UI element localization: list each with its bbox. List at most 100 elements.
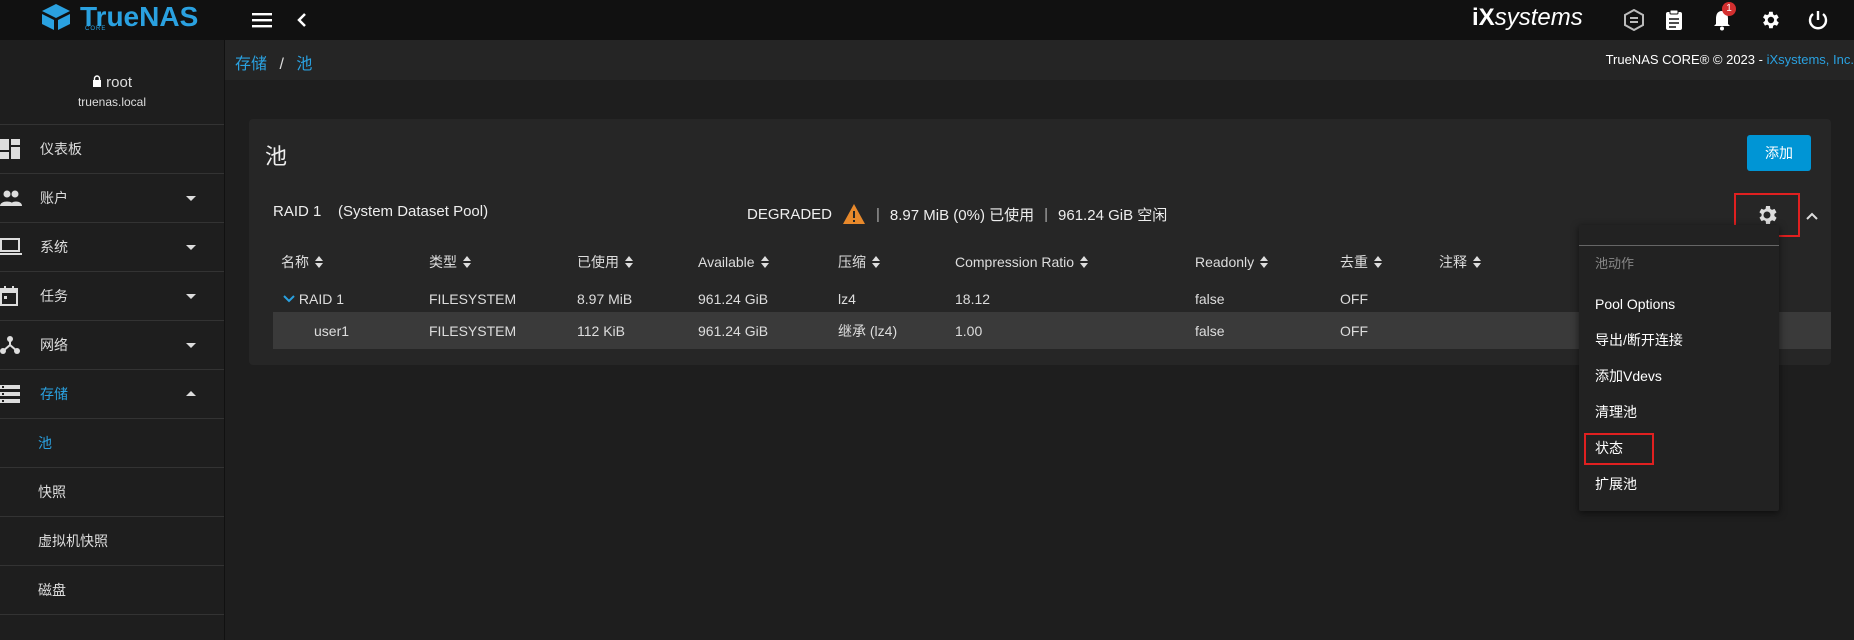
collapse-pool-icon[interactable] — [1805, 211, 1819, 221]
dataset-compression-ratio: 1.00 — [955, 322, 983, 339]
dataset-used: 112 KiB — [577, 322, 625, 339]
chevron-down-icon — [186, 245, 196, 250]
sort-icon — [872, 255, 880, 268]
host-name: truenas.local — [77, 95, 147, 109]
truenas-logo-icon — [42, 4, 70, 30]
sidebar-item-label: 账户 — [40, 190, 68, 206]
gear-icon — [1759, 206, 1777, 224]
sidebar-subitem-vm-snapshots[interactable]: 虚拟机快照 — [0, 517, 224, 566]
dashboard-icon — [0, 139, 24, 159]
highlight-box — [1584, 433, 1654, 465]
chevron-up-icon — [186, 391, 196, 396]
collapse-sidebar-button[interactable] — [288, 6, 316, 34]
sidebar-item-dashboard[interactable]: 仪表板 — [0, 125, 224, 174]
sidebar-item-accounts[interactable]: 账户 — [0, 174, 224, 223]
settings-button[interactable] — [1756, 6, 1784, 34]
system-icon — [0, 237, 24, 257]
sort-icon — [315, 255, 323, 268]
menu-item-add-vdevs[interactable]: 添加Vdevs — [1595, 361, 1662, 391]
column-header-available[interactable]: Available — [698, 243, 769, 280]
pool-free: 961.24 GiB 空闲 — [1058, 206, 1168, 224]
sidebar-subitem-snapshots[interactable]: 快照 — [0, 468, 224, 517]
sidebar-item-storage[interactable]: 存储 — [0, 370, 224, 419]
menu-item-export-disconnect[interactable]: 导出/断开连接 — [1595, 325, 1683, 355]
user-panel: root truenas.local — [0, 40, 224, 125]
menu-header: 池动作 — [1595, 256, 1635, 271]
ixsystems-logo[interactable]: iXsystems — [1472, 4, 1583, 32]
pool-note: (System Dataset Pool) — [338, 203, 489, 220]
truecommand-icon — [1624, 9, 1644, 31]
pool-header: RAID 1 (System Dataset Pool) — [273, 203, 488, 220]
menu-item-scrub-pool[interactable]: 清理池 — [1595, 397, 1637, 427]
ixsystems-logo-mark: iX — [1472, 4, 1495, 31]
column-header-comments[interactable]: 注释 — [1439, 243, 1481, 280]
task-manager-button[interactable] — [1660, 6, 1688, 34]
sidebar-item-tasks[interactable]: 任务 — [0, 272, 224, 321]
sidebar-item-label: 任务 — [40, 288, 68, 304]
menu-item-expand-pool[interactable]: 扩展池 — [1595, 469, 1637, 499]
warning-icon — [843, 204, 866, 224]
sidebar-item-label: 存储 — [40, 386, 68, 402]
column-header-dedup[interactable]: 去重 — [1340, 243, 1382, 280]
menu-divider — [1579, 245, 1779, 246]
sort-icon — [1080, 255, 1089, 268]
column-header-name[interactable]: 名称 — [281, 243, 323, 280]
dataset-name: RAID 1 — [298, 290, 345, 307]
truecommand-button[interactable] — [1620, 6, 1648, 34]
menu-toggle-button[interactable] — [248, 6, 276, 34]
column-header-readonly[interactable]: Readonly — [1195, 243, 1269, 280]
sort-icon — [760, 255, 769, 268]
breadcrumb-pools-link[interactable]: 池 — [296, 56, 312, 73]
pool-name: RAID 1 — [273, 203, 322, 220]
dataset-readonly: false — [1195, 322, 1225, 339]
dataset-type: FILESYSTEM — [429, 322, 517, 339]
pool-status: DEGRADED | 8.97 MiB (0%) 已使用 | 961.24 Gi… — [747, 203, 1167, 225]
sort-icon — [1260, 255, 1269, 268]
sidebar: root truenas.local 仪表板 账户 系统 任务 网络 存储 池 … — [0, 40, 225, 640]
sort-icon — [1374, 255, 1382, 268]
brand-edition: CORE — [85, 26, 107, 32]
chevron-down-icon — [186, 294, 196, 299]
dataset-name: user1 — [314, 322, 350, 339]
sidebar-item-label: 系统 — [40, 239, 68, 255]
user-name-row: root — [0, 74, 224, 91]
notification-badge: 1 — [1722, 2, 1736, 16]
column-header-compression-ratio[interactable]: Compression Ratio — [955, 243, 1089, 280]
chevron-down-icon — [186, 343, 196, 348]
dataset-compression: 继承 (lz4) — [838, 322, 898, 339]
network-icon — [0, 335, 24, 355]
lock-icon — [92, 75, 101, 87]
accounts-icon — [0, 188, 24, 208]
gear-icon — [1763, 11, 1779, 29]
sidebar-item-network[interactable]: 网络 — [0, 321, 224, 370]
sidebar-subitem-disks[interactable]: 磁盘 — [0, 566, 224, 615]
status-separator: | — [1044, 205, 1049, 223]
power-button[interactable] — [1804, 6, 1832, 34]
breadcrumb-separator: / — [279, 56, 284, 73]
pool-used: 8.97 MiB (0%) 已使用 — [889, 206, 1035, 224]
menu-item-pool-options[interactable]: Pool Options — [1595, 289, 1675, 319]
sort-icon — [1473, 255, 1481, 268]
sidebar-item-system[interactable]: 系统 — [0, 223, 224, 272]
pool-actions-menu: 池动作 Pool Options 导出/断开连接 添加Vdevs 清理池 状态 … — [1579, 225, 1779, 511]
top-bar: TrueNAS CORE iXsystems 1 — [0, 0, 1854, 40]
add-pool-button[interactable]: 添加 — [1747, 135, 1811, 171]
calendar-icon — [0, 286, 24, 306]
column-header-used[interactable]: 已使用 — [577, 243, 633, 280]
ixsystems-link[interactable]: iXsystems, Inc. — [1767, 52, 1854, 67]
notifications-button[interactable]: 1 — [1708, 2, 1736, 34]
breadcrumb: 存储 / 池 — [235, 50, 312, 74]
breadcrumb-storage-link[interactable]: 存储 — [235, 56, 267, 73]
sort-icon — [625, 255, 633, 268]
column-header-compression[interactable]: 压缩 — [838, 243, 880, 280]
column-header-type[interactable]: 类型 — [429, 243, 471, 280]
power-icon — [1808, 11, 1828, 30]
truenas-logo[interactable]: TrueNAS — [36, 0, 198, 34]
sidebar-subitem-pools[interactable]: 池 — [0, 419, 224, 468]
copyright-text: TrueNAS CORE® © 2023 - — [1605, 52, 1767, 67]
page-title: 池 — [265, 144, 288, 169]
storage-icon — [0, 384, 24, 404]
sidebar-item-label: 网络 — [40, 337, 68, 353]
chevron-down-icon — [186, 196, 196, 201]
dataset-available: 961.24 GiB — [698, 322, 769, 339]
